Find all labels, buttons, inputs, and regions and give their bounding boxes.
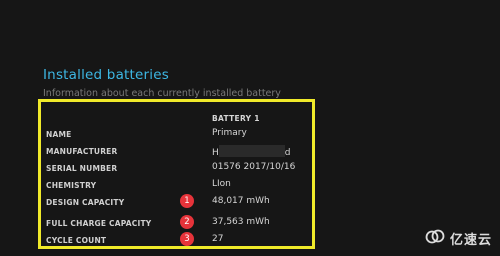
column-header-battery-1: BATTERY 1 [212,114,260,123]
row-value-full-charge-capacity: 37,563 mWh [212,217,270,227]
row-value-design-capacity: 48,017 mWh [212,196,270,206]
row-value-serial-number: 01576 2017/10/16 [212,162,296,172]
section-subtitle: Information about each currently install… [43,88,281,99]
row-label-name: NAME [46,130,72,139]
row-label-manufacturer: MANUFACTURER [46,147,118,156]
row-value-manufacturer: Hd [212,145,291,158]
row-label-serial-number: SERIAL NUMBER [46,164,118,173]
row-value-name: Primary [212,128,247,138]
watermark: 亿速云 [424,228,492,248]
row-value-cycle-count: 27 [212,234,224,244]
row-label-design-capacity: DESIGN CAPACITY [46,198,125,207]
manufacturer-value-suffix: d [284,148,291,158]
annotation-badge-2: 2 [180,215,194,229]
redaction-block [218,145,285,157]
row-label-chemistry: CHEMISTRY [46,181,97,190]
annotation-badge-3: 3 [180,232,194,246]
row-value-chemistry: LIon [212,179,231,189]
annotation-badge-1: 1 [180,194,194,208]
cloud-logo-icon [424,228,446,248]
watermark-text: 亿速云 [449,232,492,248]
section-title: Installed batteries [43,67,169,83]
row-label-full-charge-capacity: FULL CHARGE CAPACITY [46,219,152,228]
manufacturer-value-prefix: H [212,148,219,158]
row-label-cycle-count: CYCLE COUNT [46,236,107,245]
